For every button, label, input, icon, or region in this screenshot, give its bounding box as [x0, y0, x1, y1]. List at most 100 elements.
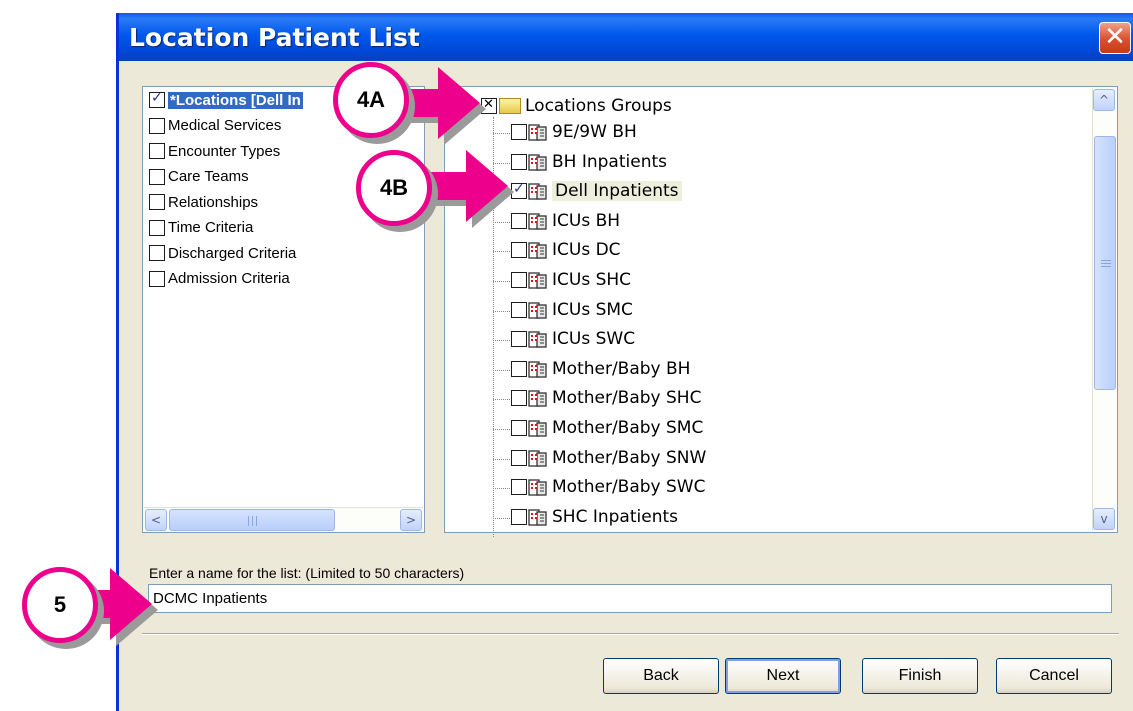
scroll-left-button[interactable]: <: [145, 509, 167, 531]
tree-root-locations-groups[interactable]: Locations Groups: [481, 96, 672, 118]
location-unit-icon: [528, 153, 547, 171]
tree-item-checkbox[interactable]: [511, 124, 527, 140]
scroll-right-button[interactable]: >: [400, 509, 422, 531]
tree-item-label: ICUs SWC: [552, 329, 636, 350]
tree-connector-line: [493, 251, 510, 253]
tree-item-checkbox[interactable]: [511, 272, 527, 288]
tree-item-checkbox[interactable]: [511, 449, 527, 466]
divider: [142, 633, 1119, 635]
location-patient-list-window: Location Patient List ✕ *Locations [Dell…: [116, 13, 1133, 711]
criteria-label: Discharged Criteria: [168, 244, 297, 262]
criteria-item[interactable]: Relationships: [149, 193, 258, 217]
criteria-item[interactable]: Discharged Criteria: [149, 244, 296, 268]
tree-item[interactable]: Mother/Baby SMC: [511, 418, 703, 440]
tree-item[interactable]: Mother/Baby BH: [511, 359, 690, 381]
tree-item[interactable]: ICUs SMC: [511, 300, 633, 322]
annotation-4a: 4A: [333, 62, 409, 138]
tree-item-label: SHC Inpatients: [552, 506, 678, 527]
folder-icon: [499, 98, 521, 114]
criteria-item[interactable]: Care Teams: [149, 168, 249, 192]
annotation-5: 5: [22, 567, 98, 643]
window-title: Location Patient List: [129, 23, 420, 52]
title-bar[interactable]: Location Patient List ✕: [119, 13, 1133, 61]
location-unit-icon: [528, 301, 547, 319]
tree-item-label: ICUs BH: [552, 210, 621, 231]
close-button[interactable]: ✕: [1099, 22, 1131, 54]
criteria-checkbox[interactable]: [149, 219, 165, 236]
tree-item[interactable]: BH Inpatients: [511, 152, 667, 174]
tree-connector-line: [493, 517, 510, 519]
arrow-4b-icon: [428, 150, 514, 228]
criteria-item[interactable]: Time Criteria: [149, 219, 253, 243]
arrow-4a-icon: [400, 67, 486, 145]
grip-icon: [1101, 260, 1111, 267]
tree-item-checkbox[interactable]: [511, 331, 527, 348]
tree-item-checkbox[interactable]: [511, 508, 527, 525]
criteria-checkbox[interactable]: [149, 168, 165, 185]
tree-item-label: Mother/Baby SMC: [552, 418, 704, 438]
criteria-checkbox[interactable]: [149, 245, 165, 262]
back-button[interactable]: Back: [603, 658, 719, 694]
tree-item-label: BH Inpatients: [552, 151, 667, 172]
tree-item[interactable]: 9E/9W BH: [511, 122, 637, 144]
tree-item-label: Mother/Baby SWC: [552, 477, 706, 498]
finish-button[interactable]: Finish: [862, 658, 978, 694]
location-unit-icon: [528, 183, 547, 200]
grip-icon: [248, 516, 257, 526]
criteria-item[interactable]: *Locations [Dell In: [149, 90, 303, 115]
location-unit-icon: [528, 213, 547, 230]
location-unit-icon: [528, 449, 547, 467]
tree-item-checkbox[interactable]: [511, 390, 527, 407]
criteria-checkbox[interactable]: [149, 117, 165, 134]
criteria-label: Care Teams: [168, 168, 249, 186]
criteria-item[interactable]: Admission Criteria: [149, 270, 290, 294]
location-unit-icon: [528, 331, 547, 348]
tree-item[interactable]: Dell Inpatients: [511, 181, 682, 203]
tree-item-checkbox[interactable]: [511, 479, 527, 496]
tree-item-label: ICUs SHC: [552, 270, 632, 290]
cancel-button[interactable]: Cancel: [996, 658, 1112, 694]
criteria-checkbox[interactable]: [149, 143, 165, 160]
location-unit-icon: [528, 361, 547, 378]
tree-item[interactable]: Mother/Baby SHC: [511, 388, 701, 410]
location-unit-icon: [528, 479, 547, 496]
tree-item-checkbox[interactable]: [511, 301, 527, 318]
next-button[interactable]: Next: [725, 658, 841, 694]
tree-item-label: Mother/Baby BH: [552, 358, 691, 379]
scroll-up-button[interactable]: ^: [1093, 89, 1115, 111]
criteria-checkbox[interactable]: [149, 194, 165, 211]
vertical-scroll-thumb[interactable]: [1094, 136, 1116, 390]
list-name-input[interactable]: [148, 584, 1112, 613]
tree-item[interactable]: ICUs SHC: [511, 270, 631, 292]
tree-connector-line: [493, 488, 510, 490]
location-unit-icon: [528, 272, 547, 289]
location-groups-tree: Locations Groups 9E/9W BH BH Inpatients De…: [444, 86, 1118, 537]
scroll-thumb[interactable]: [169, 509, 335, 531]
criteria-checkbox[interactable]: [149, 270, 165, 287]
horizontal-scrollbar[interactable]: < >: [144, 507, 423, 531]
vertical-scrollbar[interactable]: ^ v: [1092, 88, 1116, 531]
tree-item[interactable]: Mother/Baby SNW: [511, 448, 706, 470]
criteria-checkbox[interactable]: [149, 90, 165, 109]
tree-item-label: Mother/Baby SNW: [552, 447, 707, 468]
tree-item[interactable]: SHC Inpatients: [511, 507, 678, 529]
tree-item-checkbox[interactable]: [511, 242, 527, 259]
tree-item-label: ICUs SMC: [552, 299, 633, 320]
criteria-item[interactable]: Encounter Types: [149, 142, 280, 166]
tree-item[interactable]: ICUs SWC: [511, 329, 635, 351]
criteria-label: Admission Criteria: [168, 270, 290, 288]
list-name-label: Enter a name for the list: (Limited to 5…: [149, 565, 465, 581]
tree-connector-line: [493, 310, 510, 312]
tree-item[interactable]: Mother/Baby SWC: [511, 477, 706, 499]
tree-item[interactable]: ICUs DC: [511, 240, 621, 262]
tree-item-label: ICUs DC: [552, 240, 621, 261]
tree-item-checkbox[interactable]: [511, 420, 527, 436]
tree-item-checkbox[interactable]: [511, 360, 527, 377]
tree-root-label: Locations Groups: [525, 96, 672, 116]
criteria-label: Medical Services: [168, 117, 282, 135]
location-unit-icon: [528, 420, 547, 437]
criteria-item[interactable]: Medical Services: [149, 117, 281, 141]
scroll-down-button[interactable]: v: [1093, 508, 1115, 530]
tree-connector-line: [493, 281, 510, 282]
tree-connector-line: [493, 340, 510, 342]
